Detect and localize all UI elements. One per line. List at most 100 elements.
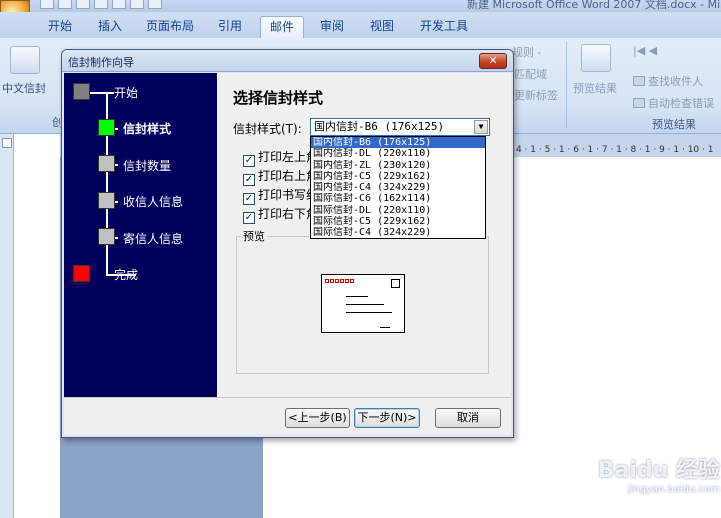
- draw-table-icon[interactable]: [148, 0, 162, 9]
- postcode-box: [345, 279, 349, 283]
- horizontal-ruler: 4 · 1 · 5 · 1 · 6 · 1 · 7 · 1 · 8 · 1 · …: [516, 145, 714, 155]
- envelope-style-label: 信封样式(T):: [233, 122, 302, 136]
- quick-access-toolbar: [40, 0, 162, 10]
- checkbox-print-top-right[interactable]: ✓ 打印右上角: [243, 167, 318, 186]
- stamp-box: [391, 279, 400, 288]
- dropdown-option[interactable]: 国际信封-C4 (324x229): [311, 227, 485, 238]
- group-preview-label: 预览结果: [652, 118, 696, 131]
- address-line: [346, 312, 392, 313]
- page-title: 选择信封样式: [233, 89, 324, 107]
- dropdown-option[interactable]: 国内信封-C5 (229x162): [311, 171, 485, 182]
- cancel-button[interactable]: 取消: [435, 408, 501, 428]
- checkbox-icon[interactable]: ✓: [243, 193, 255, 205]
- address-line: [346, 304, 384, 305]
- envelope-wizard-dialog: 信封制作向导 ✕ 开始 信封样式 信封数量 收信人信息 寄信人信息 完成 选择信…: [61, 49, 514, 438]
- postcode-box: [340, 279, 344, 283]
- ribbon-separator: [566, 42, 567, 128]
- chinese-envelope-button[interactable]: 中文信封: [2, 80, 46, 96]
- checkbox-icon[interactable]: ✓: [243, 212, 255, 224]
- tab-developer[interactable]: 开发工具: [412, 16, 476, 38]
- rules-button[interactable]: 规则 -: [512, 44, 541, 60]
- vertical-ruler: [0, 134, 14, 518]
- checkbox-print-top-left[interactable]: ✓ 打印左上角: [243, 148, 318, 167]
- find-recipient-button[interactable]: 查找收件人: [633, 73, 703, 89]
- back-button[interactable]: <上一步(B): [285, 408, 350, 428]
- match-fields-button[interactable]: 匹配域: [514, 66, 547, 82]
- next-button[interactable]: 下一步(N)>: [354, 408, 420, 428]
- word-title-bar: 新建 Microsoft Office Word 2007 文档.docx - …: [0, 0, 721, 12]
- step-marker-start: [73, 83, 90, 100]
- chevron-down-icon[interactable]: ▼: [474, 120, 488, 134]
- chinese-envelope-icon[interactable]: [10, 46, 40, 74]
- tab-view[interactable]: 视图: [362, 16, 402, 38]
- tab-review[interactable]: 审阅: [312, 16, 352, 38]
- postcode-box: [325, 279, 329, 283]
- dialog-title: 信封制作向导: [68, 56, 134, 69]
- find-recipient-icon: [633, 76, 645, 86]
- step-connector: [90, 92, 114, 94]
- save-icon[interactable]: [40, 0, 54, 9]
- tab-page-layout[interactable]: 页面布局: [140, 16, 200, 38]
- address-line: [346, 296, 368, 297]
- watermark-brand: Baidu 经验: [597, 458, 720, 483]
- step-sender-info[interactable]: 寄信人信息: [123, 230, 183, 247]
- update-labels-button[interactable]: 更新标签: [514, 87, 558, 103]
- dropdown-option[interactable]: 国内信封-ZL (230x120): [311, 160, 485, 171]
- checkbox-print-writing-lines[interactable]: ✓ 打印书写线: [243, 186, 318, 205]
- tab-selector[interactable]: [2, 138, 12, 148]
- step-marker-envelope-style: [98, 119, 115, 136]
- dropdown-option[interactable]: 国内信封-DL (220x110): [311, 148, 485, 159]
- envelope-style-select[interactable]: 国内信封-B6 (176x125) ▼: [310, 118, 490, 136]
- watermark: Baidu 经验 jingyan.baidu.com: [560, 452, 720, 495]
- step-recipient-info[interactable]: 收信人信息: [123, 193, 183, 210]
- preview-label: 预览: [241, 228, 267, 244]
- print-preview-icon[interactable]: [94, 0, 108, 9]
- dropdown-option[interactable]: 国内信封-B6 (176x125): [311, 137, 485, 149]
- undo-icon[interactable]: [58, 0, 72, 9]
- step-start[interactable]: 开始: [114, 84, 138, 101]
- ribbon-tab-bar: 开始 插入 页面布局 引用 邮件 审阅 视图 开发工具: [0, 12, 721, 38]
- dropdown-option[interactable]: 国际信封-C5 (229x162): [311, 216, 485, 227]
- preview-results-button[interactable]: 预览结果: [573, 80, 617, 96]
- record-navigation[interactable]: |◀ ◀: [633, 44, 657, 57]
- step-marker-finish: [73, 265, 90, 282]
- postcode-box: [330, 279, 334, 283]
- step-marker-sender: [98, 228, 115, 245]
- step-finish[interactable]: 完成: [114, 266, 138, 283]
- postcode-boxes: [325, 279, 354, 283]
- watermark-url: jingyan.baidu.com: [627, 484, 720, 495]
- postcode-box: [350, 279, 354, 283]
- checkbox-print-bottom-right[interactable]: ✓ 打印右下角: [243, 205, 318, 224]
- step-marker-recipient: [98, 192, 115, 209]
- tab-mailings[interactable]: 邮件: [260, 16, 304, 38]
- dialog-footer: <上一步(B) 下一步(N)> 取消: [64, 397, 511, 435]
- check-errors-icon: [633, 98, 645, 108]
- envelope-style-dropdown-list[interactable]: 国内信封-B6 (176x125) 国内信封-DL (220x110) 国内信封…: [310, 136, 486, 239]
- close-button[interactable]: ✕: [479, 53, 507, 69]
- tab-insert[interactable]: 插入: [90, 16, 130, 38]
- sender-line: [380, 327, 390, 328]
- step-envelope-style[interactable]: 信封样式: [123, 120, 171, 137]
- wizard-step-panel: 开始 信封样式 信封数量 收信人信息 寄信人信息 完成: [64, 73, 217, 397]
- auto-check-errors-button[interactable]: 自动检查错误: [633, 95, 714, 111]
- dropdown-option[interactable]: 国际信封-DL (220x110): [311, 205, 485, 216]
- envelope-preview: [321, 274, 405, 333]
- tab-home[interactable]: 开始: [40, 16, 80, 38]
- preview-results-icon[interactable]: [581, 44, 611, 72]
- checkbox-icon[interactable]: ✓: [243, 174, 255, 186]
- preview-frame: [236, 236, 489, 374]
- step-envelope-count[interactable]: 信封数量: [123, 157, 171, 174]
- spelling-icon[interactable]: [112, 0, 126, 9]
- redo-icon[interactable]: [76, 0, 90, 9]
- dropdown-option[interactable]: 国际信封-C6 (162x114): [311, 193, 485, 204]
- document-page-left: [14, 134, 60, 518]
- tab-references[interactable]: 引用: [210, 16, 250, 38]
- postcode-box: [335, 279, 339, 283]
- step-marker-envelope-count: [98, 155, 115, 172]
- dropdown-option[interactable]: 国内信封-C4 (324x229): [311, 182, 485, 193]
- document-title: 新建 Microsoft Office Word 2007 文档.docx - …: [467, 0, 721, 11]
- table-icon[interactable]: [130, 0, 144, 9]
- dialog-title-bar[interactable]: 信封制作向导 ✕: [62, 50, 513, 72]
- envelope-style-value: 国内信封-B6 (176x125): [314, 120, 445, 133]
- checkbox-icon[interactable]: ✓: [243, 155, 255, 167]
